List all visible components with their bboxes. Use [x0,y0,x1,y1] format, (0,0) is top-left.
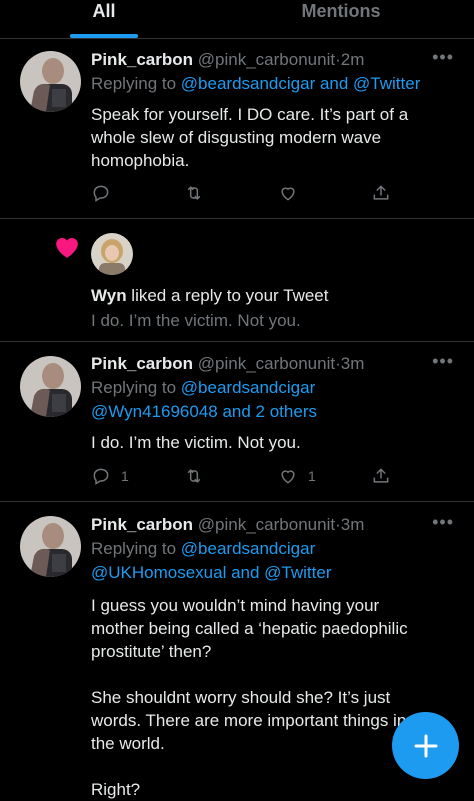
reply-button[interactable]: 1 [91,464,129,488]
reply-button[interactable] [91,181,111,205]
avatar[interactable] [91,233,133,275]
tweet-text: I do. I’m the victim. Not you. [91,431,454,454]
tweet-time: 3m [340,515,365,534]
tweet-text-line: I do. I’m the victim. Not you. [91,433,301,452]
replying-mentions-more[interactable]: @Wyn41696048 and 2 others [91,400,454,424]
replying-to: Replying to @beardsandcigar @Wyn41696048… [91,376,454,424]
reply-count: 1 [121,468,129,484]
retweet-icon [187,469,201,483]
notification-action: liked a reply to your Tweet [126,286,329,305]
author-handle[interactable]: @pink_carbonunit [198,50,335,69]
tab-mentions-label: Mentions [301,1,381,21]
reply-icon [93,185,109,202]
tweet-item[interactable]: Pink_carbon @pink_carbonunit·2m ••• Repl… [0,39,474,219]
tweet-text-line: Speak for yourself. I DO care. It’s part… [91,105,409,124]
notification-tabs: All Mentions [0,0,474,39]
like-notification[interactable]: Wyn liked a reply to your Tweet I do. I’… [0,219,474,342]
quoted-tweet-text: I do. I’m the victim. Not you. [91,311,301,330]
replying-to: Replying to @beardsandcigar @UKHomosexua… [91,537,454,585]
plus-icon [414,734,437,757]
tweet-text-line [91,663,454,686]
author-name[interactable]: Pink_carbon [91,50,193,69]
replying-prefix: Replying to [91,74,181,93]
notification-text: Wyn liked a reply to your Tweet [91,284,328,307]
tweet-actions [91,181,401,205]
replying-prefix: Replying to [91,539,181,558]
tweet-header: Pink_carbon @pink_carbonunit·3m [91,353,434,375]
author-name[interactable]: Pink_carbon [91,515,193,534]
share-icon [373,468,389,483]
replying-mentions[interactable]: @beardsandcigar and @Twitter [181,74,421,93]
tweet-header: Pink_carbon @pink_carbonunit·3m [91,514,434,536]
share-button[interactable] [371,464,391,488]
like-icon [281,470,295,484]
avatar[interactable] [20,516,81,577]
replying-mentions-more[interactable]: @UKHomosexual and @Twitter [91,561,454,585]
retweet-button[interactable] [184,464,204,488]
tweet-text-line: whole slew of disgusting modern wave [91,128,382,147]
author-handle[interactable]: @pink_carbonunit [198,354,335,373]
more-options-icon[interactable]: ••• [432,47,454,68]
tweet-actions: 1 1 [91,464,401,488]
share-icon [373,185,389,200]
tab-all[interactable]: All [70,0,138,38]
tweet-text: I guess you wouldn’t mind having your mo… [91,594,454,801]
avatar[interactable] [20,51,81,112]
tab-mentions[interactable]: Mentions [282,0,400,38]
tweet-text-line: Right? [91,780,141,799]
share-button[interactable] [371,181,391,205]
like-button[interactable] [278,181,298,205]
tweet-text-line: mother being called a ‘hepatic paedophil… [91,619,408,638]
like-icon [281,187,295,201]
tweet-time: 2m [340,50,365,69]
author-name[interactable]: Pink_carbon [91,354,193,373]
like-count: 1 [308,468,316,484]
tab-all-label: All [92,1,116,21]
retweet-button[interactable] [184,181,204,205]
retweet-icon [187,186,201,200]
liker-name[interactable]: Wyn [91,286,127,305]
heart-icon [56,237,78,258]
tweet-text-line: prostitute’ then? [91,642,212,661]
avatar[interactable] [20,356,81,417]
compose-tweet-button[interactable] [392,712,459,779]
replying-to: Replying to @beardsandcigar and @Twitter [91,72,454,96]
active-tab-indicator [70,34,138,38]
replying-mentions[interactable]: @beardsandcigar [181,539,315,558]
replying-mentions[interactable]: @beardsandcigar [181,378,315,397]
reply-icon [93,468,109,485]
more-options-icon[interactable]: ••• [432,351,454,372]
tweet-time: 3m [340,354,365,373]
tweet-item[interactable]: Pink_carbon @pink_carbonunit·3m ••• Repl… [0,342,474,502]
more-options-icon[interactable]: ••• [432,512,454,533]
tweet-text: Speak for yourself. I DO care. It’s part… [91,103,454,172]
tweet-text-line: I guess you wouldn’t mind having your [91,596,380,615]
tweet-header: Pink_carbon @pink_carbonunit·2m [91,49,434,71]
tweet-text-line: homophobia. [91,151,190,170]
like-button[interactable]: 1 [278,464,316,488]
replying-prefix: Replying to [91,378,181,397]
tweet-text-line: She shouldnt worry should she? It’s just [91,688,391,707]
author-handle[interactable]: @pink_carbonunit [198,515,335,534]
